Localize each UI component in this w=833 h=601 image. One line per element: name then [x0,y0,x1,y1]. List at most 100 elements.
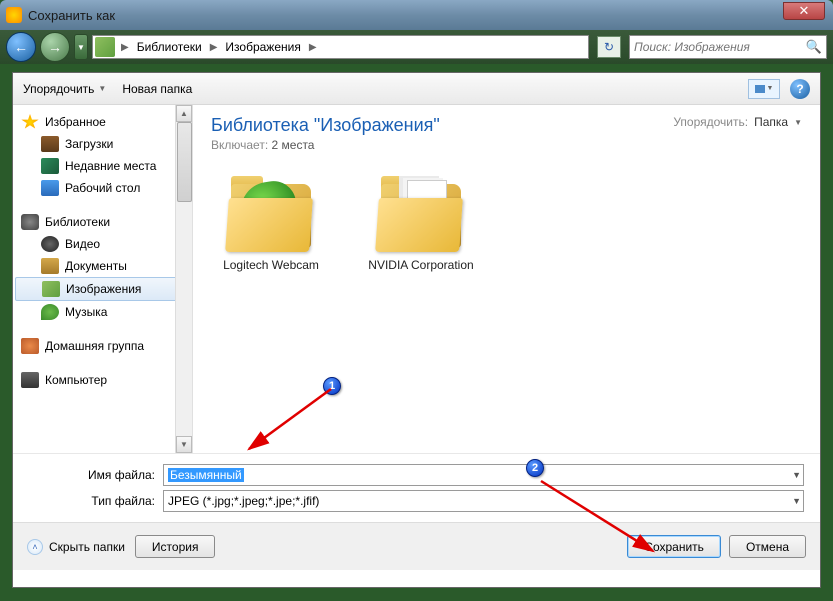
window-title: Сохранить как [28,8,115,23]
sidebar-item-desktop[interactable]: Рабочий стол [13,177,192,199]
filetype-select[interactable]: JPEG (*.jpg;*.jpeg;*.jpe;*.jfif) ▼ [163,490,804,512]
scroll-thumb[interactable] [177,122,192,202]
chevron-down-icon: ▼ [794,118,802,127]
toolbar: Упорядочить ▼ Новая папка ▼ ? [13,73,820,105]
libraries-icon [21,214,39,230]
sidebar-item-music[interactable]: Музыка [13,301,192,323]
breadcrumb[interactable]: ▶ Библиотеки ▶ Изображения ▶ [92,35,589,59]
organize-menu[interactable]: Упорядочить ▼ [23,82,106,96]
computer-icon [21,372,39,388]
search-box[interactable]: 🔍 [629,35,827,59]
filetype-value: JPEG (*.jpg;*.jpeg;*.jpe;*.jfif) [168,494,319,508]
content-pane: Библиотека "Изображения" Включает: 2 мес… [193,105,820,453]
navbar: ← → ▼ ▶ Библиотеки ▶ Изображения ▶ ↻ 🔍 [0,30,833,64]
homegroup-icon [21,338,39,354]
newfolder-label: Новая папка [122,82,192,96]
music-icon [41,304,59,320]
search-icon[interactable]: 🔍 [806,39,822,55]
forward-button[interactable]: → [40,32,70,62]
location-icon [95,37,115,57]
view-icon [755,85,765,93]
refresh-button[interactable]: ↻ [597,36,621,58]
chevron-right-icon[interactable]: ▶ [117,42,133,53]
sidebar-head-label: Домашняя группа [45,339,144,353]
sidebar-item-documents[interactable]: Документы [13,255,192,277]
sidebar: Избранное Загрузки Недавние места Рабочи… [13,105,193,453]
folder-list: Logitech Webcam NVIDIA Corporation [211,176,802,274]
history-button[interactable]: История [135,535,216,558]
titlebar: Сохранить как ✕ [0,0,833,30]
annotation-arrow-1 [239,383,339,463]
images-icon [42,281,60,297]
library-subtitle: Включает: 2 места [211,138,440,152]
star-icon [21,114,39,130]
cancel-button[interactable]: Отмена [729,535,806,558]
history-label: История [152,540,199,554]
folder-item[interactable]: Logitech Webcam [211,176,331,274]
new-folder-button[interactable]: Новая папка [122,82,192,96]
downloads-icon [41,136,59,152]
chevron-down-icon: ▼ [98,84,106,93]
nav-history-drop[interactable]: ▼ [74,34,88,60]
dialog-body: Упорядочить ▼ Новая папка ▼ ? Избранное … [12,72,821,588]
sidebar-item-label: Изображения [66,282,141,296]
hide-folders-button[interactable]: ˄ Скрыть папки [27,539,125,555]
sidebar-libraries-head[interactable]: Библиотеки [13,211,192,233]
documents-icon [41,258,59,274]
sidebar-item-label: Видео [65,237,100,251]
folder-label: NVIDIA Corporation [361,258,481,274]
sidebar-item-images[interactable]: Изображения [15,277,190,301]
folder-item[interactable]: NVIDIA Corporation [361,176,481,274]
arrange-label: Упорядочить: [673,115,748,129]
sidebar-item-label: Недавние места [65,159,156,173]
hide-folders-label: Скрыть папки [49,540,125,554]
sidebar-item-label: Загрузки [65,137,113,151]
filetype-label: Тип файла: [13,494,163,508]
app-icon [6,7,22,23]
bottom-bar: ˄ Скрыть папки История Сохранить Отмена [13,522,820,570]
sidebar-homegroup[interactable]: Домашняя группа [13,335,192,357]
sidebar-item-downloads[interactable]: Загрузки [13,133,192,155]
sidebar-computer[interactable]: Компьютер [13,369,192,391]
filename-input[interactable]: Безымянный ▼ [163,464,804,486]
close-button[interactable]: ✕ [783,2,825,20]
scroll-down-button[interactable]: ▼ [176,436,192,453]
sidebar-item-label: Документы [65,259,127,273]
arrange-value: Папка [754,115,788,129]
breadcrumb-item[interactable]: Изображения [221,40,304,54]
search-input[interactable] [634,40,806,54]
sidebar-item-recent[interactable]: Недавние места [13,155,192,177]
view-mode-button[interactable]: ▼ [748,79,780,99]
sidebar-item-label: Музыка [65,305,107,319]
save-button[interactable]: Сохранить [627,535,721,558]
badge-1: 1 [323,377,341,395]
folder-label: Logitech Webcam [211,258,331,274]
folder-icon [227,176,315,252]
filename-label: Имя файла: [13,468,163,482]
cancel-label: Отмена [746,540,789,554]
field-rows: Имя файла: Безымянный ▼ Тип файла: JPEG … [13,453,820,522]
scroll-up-button[interactable]: ▲ [176,105,192,122]
organize-label: Упорядочить [23,82,94,96]
sidebar-scrollbar[interactable]: ▲ ▼ [175,105,192,453]
annotation-badge-1: 1 [323,377,341,395]
help-button[interactable]: ? [790,79,810,99]
sidebar-item-video[interactable]: Видео [13,233,192,255]
video-icon [41,236,59,252]
sidebar-head-label: Библиотеки [45,215,110,229]
main-area: Избранное Загрузки Недавние места Рабочи… [13,105,820,453]
sidebar-favorites-head[interactable]: Избранное [13,111,192,133]
library-title: Библиотека "Изображения" [211,115,440,136]
chevron-right-icon[interactable]: ▶ [206,42,222,53]
includes-label: Включает: [211,138,268,152]
breadcrumb-item[interactable]: Библиотеки [133,40,206,54]
filename-value: Безымянный [168,468,244,482]
chevron-down-icon[interactable]: ▼ [792,470,801,480]
folder-icon [377,176,465,252]
save-label: Сохранить [644,540,704,554]
back-button[interactable]: ← [6,32,36,62]
includes-count[interactable]: 2 места [272,138,315,152]
chevron-right-icon[interactable]: ▶ [305,42,321,53]
chevron-down-icon[interactable]: ▼ [792,496,801,506]
arrange-control[interactable]: Упорядочить: Папка ▼ [673,115,802,129]
